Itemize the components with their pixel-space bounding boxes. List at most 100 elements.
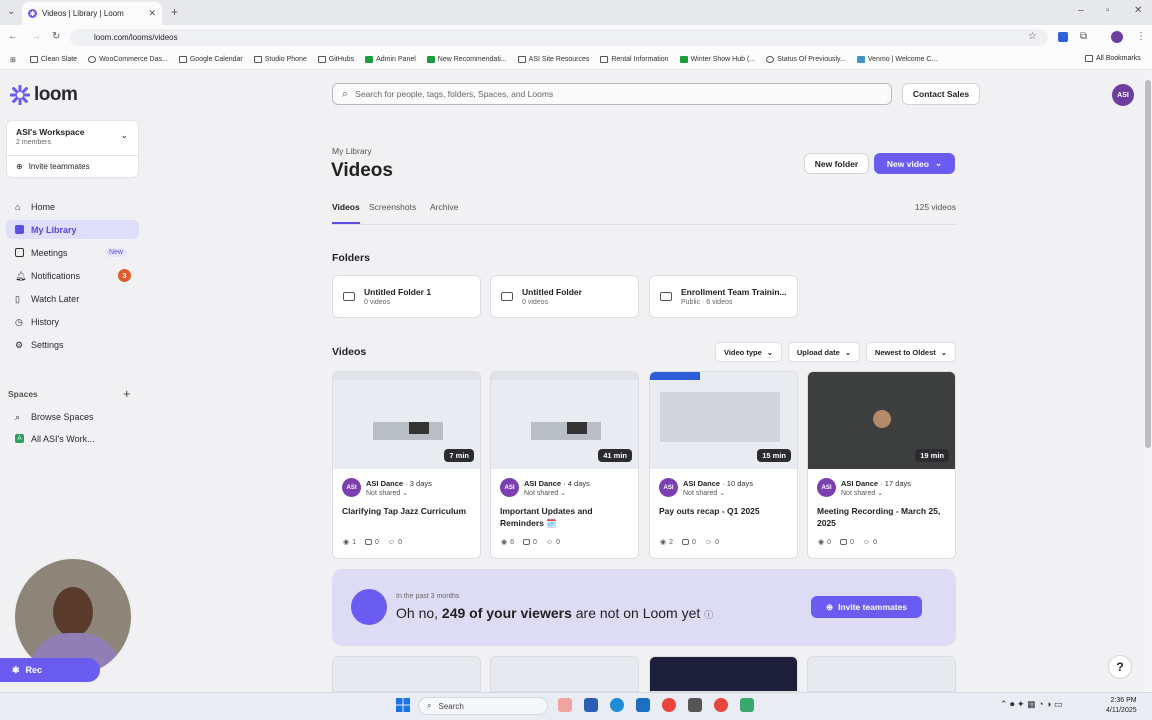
tab-archive[interactable]: Archive — [430, 202, 458, 212]
video-thumbnail[interactable] — [332, 656, 481, 692]
folder-meta: 0 videos — [522, 299, 549, 306]
forward-icon[interactable]: → — [31, 31, 41, 42]
share-status[interactable]: Not shared ⌄ — [841, 489, 883, 497]
sidebar-item-home[interactable]: ⌂ Home — [6, 197, 139, 216]
all-bookmarks[interactable]: All Bookmarks — [1085, 55, 1141, 62]
sidebar-item-history[interactable]: ◷ History — [6, 312, 139, 331]
contact-sales-button[interactable]: Contact Sales — [902, 83, 980, 105]
bookmark-item[interactable]: Rental Information — [600, 56, 669, 63]
bookmark-item[interactable]: Admin Panel — [365, 56, 416, 63]
invite-teammates-button[interactable]: ⊕ Invite teammates — [811, 596, 922, 618]
sidebar-item-all-workspace[interactable]: A All ASI's Work... — [6, 429, 139, 448]
back-icon[interactable]: ← — [8, 31, 18, 42]
video-title[interactable]: Clarifying Tap Jazz Curriculum — [342, 505, 474, 517]
new-video-button[interactable]: New video ⌄ — [874, 153, 955, 174]
bookmark-star-icon[interactable]: ☆ — [1028, 31, 1037, 42]
folder-meta: Public · 6 videos — [681, 299, 733, 306]
video-title[interactable]: Important Updates and Reminders 🗓️ — [500, 505, 632, 529]
search-input[interactable]: ⌕ Search for people, tags, folders, Spac… — [332, 83, 892, 105]
chevron-down-icon: ⌄ — [934, 158, 943, 168]
bookmark-item[interactable]: ASI Site Resources — [517, 56, 589, 63]
record-button[interactable]: ✱ Rec — [0, 658, 100, 682]
folder-card[interactable]: Untitled Folder 1 0 videos — [332, 275, 481, 318]
invite-teammates-link[interactable]: ⊕ Invite teammates — [6, 156, 139, 178]
scrollbar-thumb[interactable] — [1145, 80, 1151, 448]
app-icon[interactable] — [636, 698, 650, 712]
system-tray-icons[interactable]: ⌃ ⏺ ✦ ▦ ◔ ◑ ▭ — [1000, 699, 1062, 710]
meetings-icon — [15, 248, 24, 257]
taskbar-clock[interactable]: 2:36 PM 4/11/2025 — [1106, 696, 1137, 716]
breadcrumb[interactable]: My Library — [332, 146, 372, 156]
url-field[interactable]: loom.com/looms/videos — [70, 29, 1048, 46]
folder-card[interactable]: Untitled Folder 0 videos — [490, 275, 639, 318]
video-card[interactable]: 41 min ASI ASI Dance · 4 days Not shared… — [490, 371, 639, 559]
video-card[interactable]: 7 min ASI ASI Dance · 3 days Not shared … — [332, 371, 481, 559]
video-card[interactable]: 15 min ASI ASI Dance · 10 days Not share… — [649, 371, 798, 559]
bookmark-item[interactable]: WooCommerce Das... — [88, 56, 168, 63]
new-folder-button[interactable]: New folder — [804, 153, 869, 174]
video-card[interactable]: 19 min ASI ASI Dance · 17 days Not share… — [807, 371, 956, 559]
bookmark-item[interactable]: GitHubs — [317, 56, 354, 63]
close-window-icon[interactable]: ✕ — [1134, 5, 1142, 16]
app-icon[interactable] — [558, 698, 572, 712]
reload-icon[interactable]: ↻ — [52, 31, 60, 42]
folder-icon — [501, 292, 513, 301]
folder-card[interactable]: Enrollment Team Trainin... Public · 6 vid… — [649, 275, 798, 318]
bookmark-item[interactable]: Google Calendar — [178, 56, 243, 63]
loom-logo[interactable]: loom — [10, 84, 78, 106]
bookmark-item[interactable]: Venmo | Welcome C... — [856, 56, 937, 63]
video-thumbnail[interactable] — [490, 656, 639, 692]
video-title[interactable]: Meeting Recording - March 25, 2025 — [817, 505, 949, 529]
tab-list-icon[interactable]: ⌄ — [7, 6, 15, 17]
edge-icon[interactable] — [610, 698, 624, 712]
sidebar-item-browse-spaces[interactable]: ⌕ Browse Spaces — [6, 407, 139, 426]
chrome-icon[interactable] — [714, 698, 728, 712]
bookmark-item[interactable]: Clean Slate — [29, 56, 77, 63]
video-type-filter[interactable]: Video type ⌄ — [715, 342, 782, 362]
avatar[interactable]: ASI — [1112, 84, 1134, 106]
bookmark-item[interactable]: New Recommendati... — [426, 56, 507, 63]
app-icon[interactable] — [688, 698, 702, 712]
upload-date-filter[interactable]: Upload date ⌄ — [788, 342, 860, 362]
bookmark-item[interactable]: Studio Phone — [253, 56, 307, 63]
share-status[interactable]: Not shared ⌄ — [524, 489, 566, 497]
loom-wordmark: loom — [34, 84, 78, 105]
author-avatar: ASI — [817, 478, 836, 497]
profile-icon[interactable] — [1111, 31, 1123, 43]
video-title[interactable]: Pay outs recap - Q1 2025 — [659, 505, 791, 517]
help-button[interactable]: ? — [1108, 655, 1132, 679]
video-thumbnail[interactable] — [649, 656, 798, 692]
sidebar-item-meetings[interactable]: Meetings New — [6, 243, 139, 262]
video-thumbnail[interactable] — [807, 656, 956, 692]
windows-start-icon[interactable] — [396, 698, 410, 712]
sidebar-item-settings[interactable]: ⚙ Settings — [6, 335, 139, 354]
extensions-puzzle-icon[interactable]: ⧉ — [1080, 31, 1087, 42]
close-tab-icon[interactable]: ✕ — [148, 8, 156, 19]
share-status[interactable]: Not shared ⌄ — [366, 489, 408, 497]
tab-videos[interactable]: Videos — [332, 202, 360, 212]
add-space-icon[interactable]: + — [123, 386, 131, 401]
sidebar-item-notifications[interactable]: 🔔︎ Notifications 3 — [6, 266, 139, 285]
browser-menu-icon[interactable]: ⋮ — [1136, 31, 1146, 42]
apps-icon[interactable]: ⊞ — [10, 56, 16, 64]
app-icon[interactable] — [584, 698, 598, 712]
duration-badge: 19 min — [915, 449, 949, 462]
search-placeholder: Search for people, tags, folders, Spaces… — [355, 89, 554, 99]
app-icon[interactable] — [740, 698, 754, 712]
taskbar-search[interactable]: ⌕ Search — [418, 697, 548, 715]
new-tab-icon[interactable]: + — [171, 5, 178, 19]
minimize-icon[interactable]: – — [1078, 5, 1084, 16]
sidebar-item-watch-later[interactable]: ▯ Watch Later — [6, 289, 139, 308]
tab-screenshots[interactable]: Screenshots — [369, 202, 416, 212]
workspace-switcher[interactable]: ASI's Workspace 2 members ⌄ — [6, 120, 139, 156]
bookmark-item[interactable]: Winter Show Hub (... — [679, 56, 755, 63]
sidebar-item-my-library[interactable]: My Library — [6, 220, 139, 239]
bookmark-item[interactable]: Status Of Previously... — [766, 56, 846, 63]
chrome-icon[interactable] — [662, 698, 676, 712]
extension-icon[interactable] — [1058, 32, 1068, 42]
sort-select[interactable]: Newest to Oldest ⌄ — [866, 342, 956, 362]
card-author: ASI Dance · 3 days — [366, 479, 432, 488]
share-status[interactable]: Not shared ⌄ — [683, 489, 725, 497]
browser-tab[interactable]: ✱ Videos | Library | Loom ✕ — [22, 2, 162, 25]
maximize-icon[interactable]: ▫ — [1106, 5, 1110, 16]
